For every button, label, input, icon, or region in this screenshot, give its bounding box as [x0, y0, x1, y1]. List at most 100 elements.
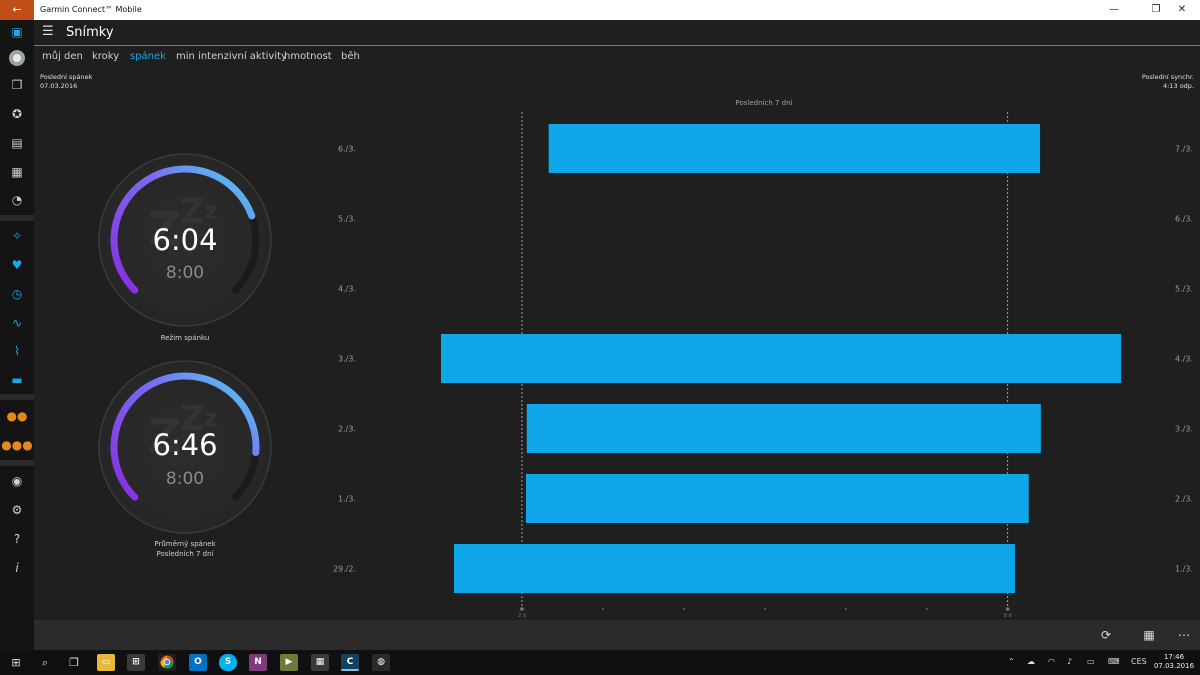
- outlook-icon[interactable]: O: [189, 654, 207, 671]
- task-view-icon[interactable]: ❐: [65, 654, 83, 671]
- right-date-label: 3./3.: [1175, 425, 1193, 434]
- command-bar: ⟳ ▦ ⋯: [34, 620, 1200, 650]
- garmin-logo-icon[interactable]: ▣: [0, 22, 34, 42]
- left-date-label: 2./3.: [338, 425, 356, 434]
- sleep-time-value: 6:04: [152, 223, 218, 257]
- axis-dot: [1005, 607, 1010, 611]
- insights-icon[interactable]: ◔: [0, 190, 34, 210]
- globe-icon[interactable]: ◍: [372, 654, 390, 671]
- device-icon[interactable]: ◉: [0, 471, 34, 491]
- tab-sleep[interactable]: spánek: [130, 51, 166, 62]
- last-sync-label: Poslední synchr.: [1141, 73, 1194, 81]
- rail-divider: [0, 394, 34, 400]
- tab-steps[interactable]: kroky: [92, 51, 119, 62]
- clock[interactable]: 17:46 07.03.2016: [1150, 653, 1198, 671]
- sleep-goal-value: 8:00: [165, 263, 205, 283]
- axis-dot: [763, 608, 766, 610]
- chrome-icon[interactable]: [158, 654, 176, 671]
- gear-icon[interactable]: ⚙: [0, 500, 34, 520]
- close-button[interactable]: ✕: [1164, 0, 1200, 20]
- sleep-gauge: ZZz 6:04 8:00: [98, 153, 272, 327]
- file-explorer-icon[interactable]: ▭: [97, 654, 115, 671]
- back-arrow-icon: ←: [12, 3, 22, 16]
- sleep-icon[interactable]: ∿: [0, 313, 34, 333]
- page-title: Snímky: [66, 25, 114, 40]
- tab-weight[interactable]: hmotnost: [284, 51, 332, 62]
- heart-rate-icon[interactable]: ♥: [0, 255, 34, 275]
- start-icon[interactable]: ⊞: [7, 654, 25, 671]
- tab-running[interactable]: běh: [341, 51, 360, 62]
- calculator-icon[interactable]: ▦: [311, 654, 329, 671]
- last-sleep-info: Poslední spánek 07.03.2016: [40, 73, 92, 91]
- x-tick-label: 8 d: [1004, 613, 1012, 619]
- garmin-connect-taskbar-icon[interactable]: C: [341, 654, 359, 671]
- right-date-label: 2./3.: [1175, 495, 1193, 504]
- zzz-watermark-icon: z: [204, 197, 218, 225]
- rail-divider: [0, 460, 34, 466]
- right-date-label: 7./3.: [1175, 145, 1193, 154]
- left-date-label: 3./3.: [338, 355, 356, 364]
- onedrive-icon[interactable]: ☁: [1027, 657, 1035, 666]
- sleep-bar: [526, 404, 1041, 453]
- right-date-label: 5./3.: [1175, 285, 1193, 294]
- right-date-label: 4./3.: [1175, 355, 1193, 364]
- calendar-icon[interactable]: ▤: [0, 133, 34, 153]
- axis-dot: [520, 607, 524, 611]
- average-sleep-gauge: ZZz 6:46 8:00: [98, 360, 272, 534]
- media-icon[interactable]: ▶: [280, 654, 298, 671]
- chevron-up-icon[interactable]: ⌃: [1008, 657, 1015, 666]
- search-icon[interactable]: ⌕: [36, 654, 54, 671]
- language-indicator[interactable]: CES: [1131, 657, 1147, 666]
- average-sleep-value: 6:46: [152, 428, 218, 462]
- tab-intensity-minutes[interactable]: min intenzivní aktivity: [176, 51, 287, 62]
- clock-time: 17:46: [1163, 653, 1185, 661]
- trend-icon[interactable]: ⌇: [0, 341, 34, 361]
- sleep-bar: [548, 124, 1041, 173]
- back-button[interactable]: ←: [0, 0, 34, 20]
- minimize-icon: —: [1109, 4, 1119, 15]
- shoe-icon[interactable]: ▬: [0, 370, 34, 390]
- app-window: ← Garmin Connect™ Mobile — ❐ ✕ ▣ ❐ ✪ ▤ ▦…: [0, 0, 1200, 675]
- average-sleep-label-line1: Průměrný spánek: [154, 540, 216, 548]
- last-sync-info: Poslední synchr. 4:13 odp.: [1100, 73, 1194, 91]
- news-icon[interactable]: ▦: [0, 162, 34, 182]
- activity-icon[interactable]: ✧: [0, 226, 34, 246]
- sleep-bar: [453, 544, 1015, 593]
- notification-icon[interactable]: ▭: [1087, 657, 1095, 666]
- sleep-gauge-label: Režim spánku: [98, 333, 272, 343]
- info-icon[interactable]: i: [0, 558, 34, 578]
- help-icon[interactable]: ?: [0, 529, 34, 549]
- left-date-label: 1./3.: [338, 495, 356, 504]
- tab-my-day[interactable]: můj den: [42, 51, 83, 62]
- snapshots-icon[interactable]: ❐: [0, 75, 34, 95]
- achievements-icon[interactable]: ✪: [0, 104, 34, 124]
- axis-dot: [602, 608, 604, 610]
- store-icon[interactable]: ⊞: [127, 654, 145, 671]
- average-sleep-goal: 8:00: [165, 469, 205, 489]
- minimize-button[interactable]: —: [1096, 0, 1132, 20]
- chart-title: Posledních 7 dní: [736, 99, 794, 107]
- groups-icon[interactable]: ●●●: [0, 435, 34, 455]
- axis-dot: [682, 608, 685, 610]
- more-icon[interactable]: ⋯: [1174, 625, 1194, 645]
- volume-icon[interactable]: ♪: [1067, 657, 1072, 666]
- keyboard-icon[interactable]: ⌨: [1108, 657, 1120, 666]
- rail-divider: [0, 215, 34, 221]
- hamburger-menu-icon[interactable]: ☰: [42, 24, 54, 39]
- skype-icon[interactable]: S: [219, 654, 237, 671]
- axis-dot: [925, 608, 928, 610]
- stopwatch-icon[interactable]: ◷: [0, 284, 34, 304]
- maximize-icon: ❐: [1151, 4, 1161, 15]
- wifi-icon[interactable]: ◠: [1048, 657, 1055, 666]
- left-date-label: 4./3.: [338, 285, 356, 294]
- onenote-icon[interactable]: N: [249, 654, 267, 671]
- title-bar: ← Garmin Connect™ Mobile — ❐ ✕: [0, 0, 1200, 20]
- avatar[interactable]: [0, 48, 34, 68]
- average-sleep-label-line2: Posledních 7 dní: [156, 550, 214, 558]
- last-sleep-label: Poslední spánek: [40, 73, 93, 81]
- refresh-icon[interactable]: ⟳: [1096, 625, 1116, 645]
- connections-icon[interactable]: ●●: [0, 406, 34, 426]
- close-icon: ✕: [1177, 4, 1187, 15]
- grid-icon[interactable]: ▦: [1139, 625, 1159, 645]
- sleep-gauge-label-line1: Režim spánku: [160, 334, 210, 342]
